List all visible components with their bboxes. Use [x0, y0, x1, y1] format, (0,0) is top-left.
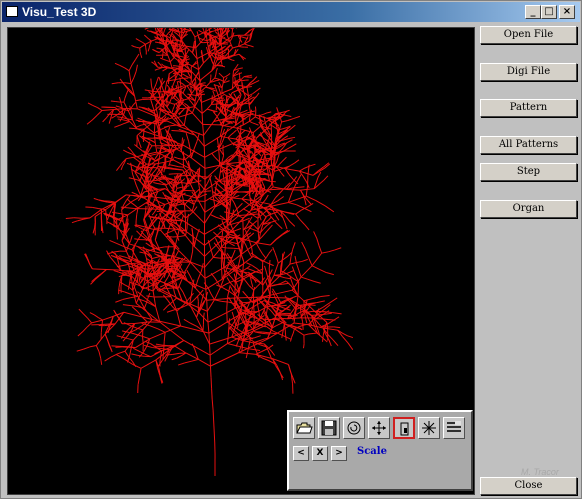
tool-palette: < X > Scale [287, 410, 473, 491]
step-button[interactable]: Step [480, 163, 577, 181]
prev-axis-button[interactable]: < [293, 446, 309, 461]
digi-file-button[interactable]: Digi File [480, 63, 577, 81]
rotate-icon[interactable] [343, 417, 365, 439]
watermark: M. Tracor [521, 467, 559, 477]
all-patterns-button[interactable]: All Patterns [480, 136, 577, 154]
organ-button[interactable]: Organ [480, 200, 577, 218]
axes-star-icon[interactable] [418, 417, 440, 439]
axis-x-button[interactable]: X [312, 446, 328, 461]
open-file-button[interactable]: Open File [480, 26, 577, 44]
scale-icon[interactable] [393, 417, 415, 439]
app-icon [6, 6, 18, 17]
maximize-button[interactable]: □ [541, 5, 557, 19]
move-arrows-icon[interactable] [368, 417, 390, 439]
minimize-button[interactable]: _ [525, 5, 541, 19]
layers-icon[interactable] [443, 417, 465, 439]
open-folder-icon[interactable] [293, 417, 315, 439]
mode-label: Scale [357, 446, 387, 457]
pattern-button[interactable]: Pattern [480, 99, 577, 117]
save-disk-icon[interactable] [318, 417, 340, 439]
close-window-button[interactable]: × [559, 5, 575, 19]
next-axis-button[interactable]: > [331, 446, 347, 461]
close-button[interactable]: Close [480, 477, 577, 495]
app-window: Visu_Test 3D _ □ × Open File Digi File P… [0, 0, 582, 499]
window-title: Visu_Test 3D [22, 5, 97, 19]
title-bar[interactable]: Visu_Test 3D _ □ × [2, 2, 580, 22]
